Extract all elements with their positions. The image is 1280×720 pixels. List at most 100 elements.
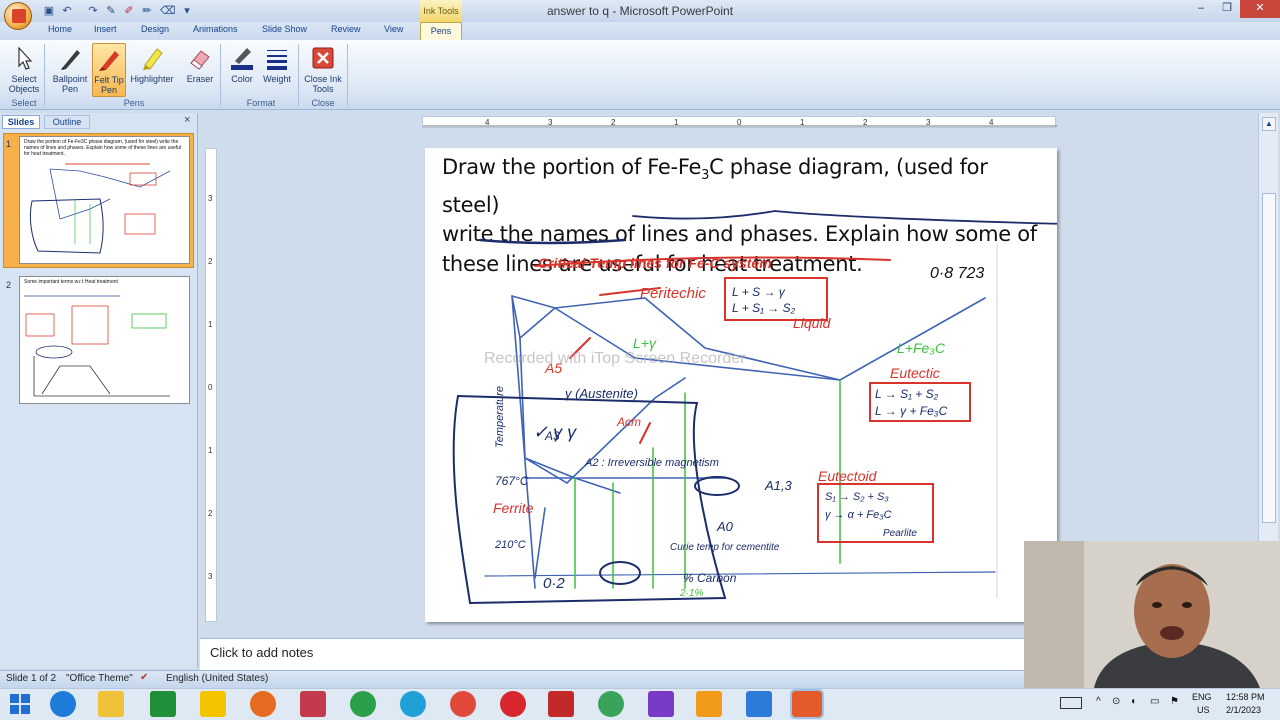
status-language[interactable]: English (United States): [166, 673, 268, 684]
group-separator: [220, 44, 221, 106]
svg-text:L + S₁ → S₂: L + S₁ → S₂: [732, 301, 796, 315]
svg-text:4: 4: [989, 118, 994, 127]
svg-text:γ → α + Fe₃C: γ → α + Fe₃C: [825, 509, 892, 521]
presenter-figure: [1024, 541, 1280, 688]
keyboard-icon[interactable]: [1060, 697, 1082, 709]
svg-text:3: 3: [208, 194, 213, 203]
edge-icon[interactable]: [400, 691, 426, 717]
svg-text:1: 1: [800, 118, 805, 127]
select-objects-button[interactable]: Select Objects: [6, 43, 42, 97]
notes-placeholder[interactable]: Click to add notes: [210, 645, 313, 660]
tab-outline[interactable]: Outline: [44, 115, 90, 129]
tab-review[interactable]: Review: [331, 24, 361, 34]
volume-icon[interactable]: ◖: [1130, 696, 1136, 707]
svg-text:γ (Austenite): γ (Austenite): [565, 386, 638, 401]
opera-icon[interactable]: [500, 691, 526, 717]
highlighter-button[interactable]: Highlighter: [127, 43, 177, 97]
svg-text:Liquid: Liquid: [793, 315, 832, 331]
chrome-icon[interactable]: [450, 691, 476, 717]
scroll-up-arrow-icon[interactable]: ▲: [1262, 117, 1276, 131]
eraser-button[interactable]: Eraser: [183, 43, 217, 97]
svg-text:Eutectoid: Eutectoid: [818, 468, 878, 484]
windows-start-icon[interactable]: [10, 694, 30, 714]
svg-text:L → γ + Fe₃C: L → γ + Fe₃C: [875, 404, 948, 418]
svg-text:Temperature: Temperature: [494, 386, 506, 448]
scroll-thumb[interactable]: [1262, 193, 1276, 523]
network-icon[interactable]: ⊙: [1112, 696, 1120, 707]
felt-tip-pen-button[interactable]: Felt Tip Pen: [92, 43, 126, 97]
language-us[interactable]: US: [1197, 705, 1210, 715]
status-theme[interactable]: "Office Theme": [66, 673, 133, 684]
office-button[interactable]: [4, 2, 32, 30]
color-button[interactable]: Color: [226, 43, 258, 97]
minimize-button[interactable]: –: [1188, 0, 1214, 18]
close-ink-tools-button[interactable]: Close Ink Tools: [302, 43, 344, 97]
screen-recorder-icon[interactable]: [548, 691, 574, 717]
svg-text:2: 2: [208, 509, 213, 518]
weight-button[interactable]: Weight: [259, 43, 295, 97]
group-label-format: Format: [246, 98, 276, 108]
tab-design[interactable]: Design: [141, 24, 169, 34]
svg-text:Eutectic: Eutectic: [890, 365, 940, 381]
svg-text:1: 1: [208, 320, 213, 329]
cd-app-icon[interactable]: [350, 691, 376, 717]
line-weight-icon: [267, 50, 287, 70]
pen-color-icon: [231, 48, 253, 70]
group-separator: [44, 44, 45, 106]
tab-animations[interactable]: Animations: [193, 24, 238, 34]
close-ink-icon: [312, 47, 334, 69]
powerpoint-taskbar-icon[interactable]: [790, 689, 824, 719]
file-explorer-icon[interactable]: [98, 691, 124, 717]
tray-expand-icon[interactable]: ^: [1096, 696, 1101, 707]
highlighter-icon: [143, 48, 163, 70]
svg-text:A2 : Irreversible magnetism: A2 : Irreversible magnetism: [584, 457, 719, 469]
ballpoint-pen-button[interactable]: Ballpoint Pen: [50, 43, 90, 97]
clock-time[interactable]: 12:58 PM: [1226, 692, 1265, 702]
svg-text:767°C: 767°C: [495, 474, 529, 488]
ink-arrow-acm: [639, 422, 651, 444]
svg-text:1: 1: [208, 446, 213, 455]
thumbnail-1-sketch: [29, 163, 171, 254]
svg-text:L+Fe₃C: L+Fe₃C: [897, 340, 946, 356]
felt-tip-pen-label: Felt Tip Pen: [94, 75, 124, 95]
group-label-select: Select: [11, 98, 37, 108]
ink-underline-2: [478, 238, 627, 245]
excel-icon[interactable]: [150, 691, 176, 717]
language-eng[interactable]: ENG: [1192, 692, 1212, 702]
slide-thumbnail-1[interactable]: Draw the portion of Fe-Fe3C phase diagra…: [19, 136, 190, 264]
battery-icon[interactable]: ▭: [1150, 696, 1159, 707]
tab-pens[interactable]: Pens: [420, 22, 462, 40]
taskbar: [0, 688, 1280, 720]
pane-close-icon[interactable]: ×: [184, 114, 190, 126]
svg-text:Curie temp for cementite: Curie temp for cementite: [670, 542, 780, 553]
svg-text:2: 2: [611, 118, 616, 127]
notification-flag-icon[interactable]: ⚑: [1170, 696, 1179, 707]
pen-app-icon[interactable]: [746, 691, 772, 717]
svg-text:Critical Temp lines for Fe-C s: Critical Temp lines for Fe-C system: [538, 255, 772, 271]
3d-app-icon[interactable]: [300, 691, 326, 717]
internet-explorer-icon[interactable]: [50, 691, 76, 717]
media-player-icon[interactable]: [696, 691, 722, 717]
svg-text:2: 2: [863, 118, 868, 127]
restore-button[interactable]: ❐: [1214, 0, 1240, 18]
webcam-overlay: [1024, 541, 1280, 688]
svg-text:A3: A3: [544, 429, 560, 443]
search-app-icon[interactable]: [648, 691, 674, 717]
tab-view[interactable]: View: [384, 24, 403, 34]
svg-text:0·2: 0·2: [543, 575, 565, 592]
tab-slide-show[interactable]: Slide Show: [262, 24, 307, 34]
svg-text:S₁ → S₂ + S₃: S₁ → S₂ + S₃: [825, 491, 889, 503]
clock-date[interactable]: 2/1/2023: [1226, 705, 1261, 715]
tab-insert[interactable]: Insert: [94, 24, 117, 34]
composition-lines: [574, 379, 841, 589]
tab-home[interactable]: Home: [48, 24, 72, 34]
slide-thumbnail-2[interactable]: Some important terms w.r.t Heat treatmen…: [19, 276, 190, 404]
spellcheck-icon[interactable]: ✔: [140, 672, 154, 684]
tab-slides[interactable]: Slides: [2, 115, 40, 129]
close-button[interactable]: ✕: [1240, 0, 1280, 18]
group-label-pens: Pens: [123, 98, 145, 108]
cursor-icon: [18, 46, 33, 70]
chrome-alt-icon[interactable]: [598, 691, 624, 717]
norton-icon[interactable]: [200, 691, 226, 717]
firefox-icon[interactable]: [250, 691, 276, 717]
